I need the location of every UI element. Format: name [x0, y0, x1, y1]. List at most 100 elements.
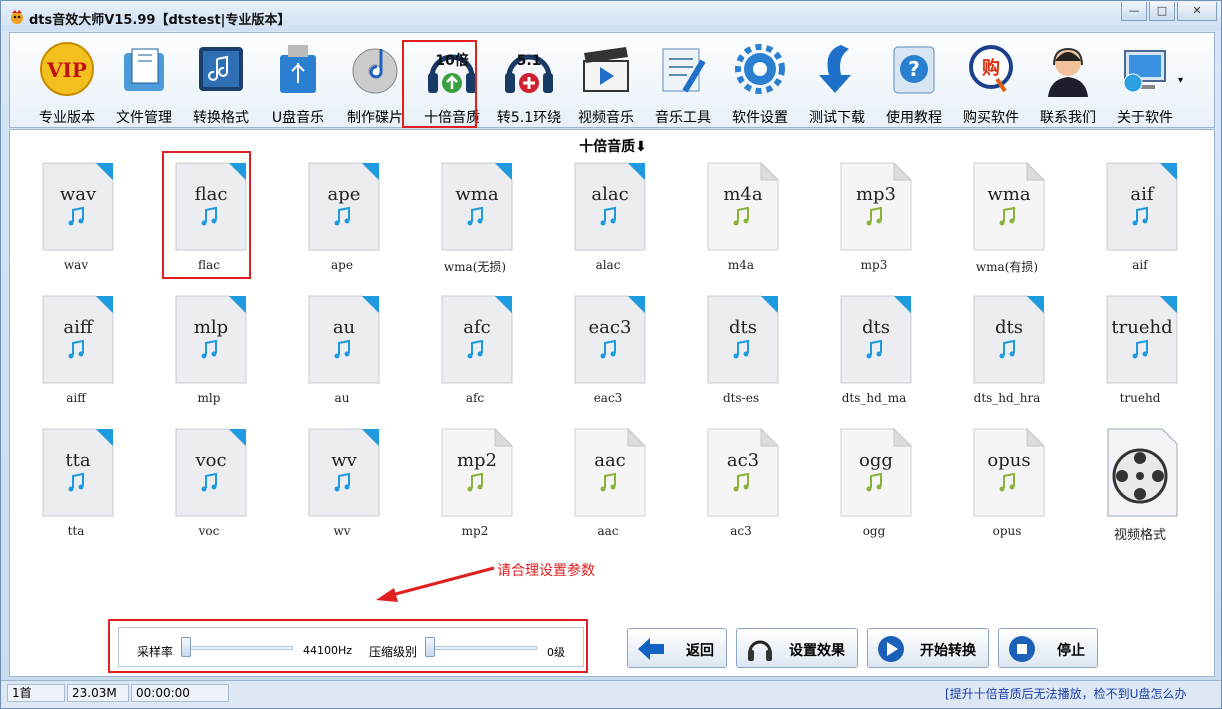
format-caption: wv [333, 524, 351, 538]
audio-file-icon [42, 295, 114, 384]
status-track-count: 1首 [7, 684, 65, 702]
svg-text:VIP: VIP [46, 58, 87, 82]
maximize-button[interactable]: □ [1149, 2, 1175, 21]
format-ext: afc [463, 317, 491, 338]
usb-drive-icon [280, 45, 316, 93]
format-caption: wma(有损) [975, 260, 1039, 274]
format-tile[interactable]: aiff aiff [21, 295, 131, 415]
folder-icon [124, 48, 164, 91]
toolbar-button-2[interactable]: 转换格式 [184, 35, 258, 126]
svg-text:购: 购 [982, 57, 1000, 79]
format-tile[interactable]: au au [287, 295, 397, 415]
format-tile[interactable]: voc voc [154, 428, 264, 548]
format-caption: eac3 [593, 391, 623, 405]
format-tile[interactable]: 视频格式 [1085, 428, 1195, 548]
play-icon [878, 636, 904, 662]
download-arrow-icon [819, 45, 851, 93]
format-tile[interactable]: afc afc [420, 295, 530, 415]
format-tile[interactable]: aac aac [553, 428, 663, 548]
format-tile[interactable]: mlp mlp [154, 295, 264, 415]
toolbar-label: 转换格式 [193, 110, 249, 126]
audio-file-icon [441, 295, 513, 384]
format-caption: 视频格式 [1113, 528, 1166, 543]
format-tile[interactable]: wav wav [21, 162, 131, 282]
format-tile[interactable]: wma wma(有损) [952, 162, 1062, 282]
hint-arrow-icon [376, 566, 495, 602]
svg-text:5.1: 5.1 [517, 53, 542, 69]
svg-text:?: ? [908, 57, 920, 81]
close-button[interactable]: ✕ [1177, 2, 1217, 21]
compression-label: 压缩级别 [369, 645, 418, 659]
toolbar-more-icon[interactable]: ▾ [1178, 75, 1183, 86]
compression-thumb[interactable] [425, 637, 435, 657]
format-tile[interactable]: truehd truehd [1085, 295, 1195, 415]
video-reel-icon [1107, 428, 1178, 517]
headphones-51-icon: 5.1 [505, 53, 553, 93]
back-button[interactable]: 返回 [627, 628, 727, 668]
clapper-icon [583, 47, 629, 92]
format-tile[interactable]: alac alac [553, 162, 663, 282]
compression-value: 0级 [547, 646, 565, 659]
settings-hint: 请合理设置参数 [497, 563, 595, 579]
format-tile[interactable]: wma wma(无损) [420, 162, 530, 282]
format-tile[interactable]: ac3 ac3 [686, 428, 796, 548]
set-effects-label: 设置效果 [789, 643, 845, 659]
vip-icon: VIP [40, 42, 94, 96]
toolbar-button-0[interactable]: VIP 专业版本 [30, 35, 104, 126]
format-tile[interactable]: tta tta [21, 428, 131, 548]
format-caption: mp2 [461, 524, 489, 538]
toolbar-button-4[interactable]: 制作碟片 [338, 35, 412, 126]
compression-slider[interactable] [425, 646, 537, 650]
toolbar-button-12[interactable]: 购购买软件 [954, 35, 1028, 126]
app-window: dts音效大师V15.99【dtstest|专业版本】 — □ ✕ VIP 专业版… [0, 0, 1222, 709]
format-caption: alac [595, 258, 621, 272]
format-ext: aif [1130, 184, 1154, 205]
toolbar-label: 使用教程 [886, 110, 942, 126]
format-caption: au [334, 391, 350, 405]
toolbar-label: 购买软件 [963, 110, 1019, 126]
computer-globe-icon [1123, 50, 1166, 93]
format-tile[interactable]: wv wv [287, 428, 397, 548]
format-tile[interactable]: aif aif [1085, 162, 1195, 282]
format-tile[interactable]: opus opus [952, 428, 1062, 548]
format-tile[interactable]: dts dts_hd_hra [952, 295, 1062, 415]
format-tile[interactable]: mp2 mp2 [420, 428, 530, 548]
toolbar-button-10[interactable]: 测试下载 [800, 35, 874, 126]
status-help-link[interactable]: [提升十倍音质后无法播放，检不到U盘怎么办 [945, 685, 1217, 702]
format-tile[interactable]: dts dts_hd_ma [819, 295, 929, 415]
stop-button[interactable]: 停止 [998, 628, 1098, 668]
toolbar-button-3[interactable]: U盘音乐 [261, 35, 335, 126]
format-tile[interactable]: ogg ogg [819, 428, 929, 548]
toolbar-button-6[interactable]: 5.1 转5.1环绕 [492, 35, 566, 126]
format-tile[interactable]: dts dts-es [686, 295, 796, 415]
audio-file-icon [308, 162, 380, 251]
toolbar-button-11[interactable]: ? 使用教程 [877, 35, 951, 126]
set-effects-button[interactable]: 设置效果 [736, 628, 858, 668]
format-ext: ogg [859, 450, 893, 471]
format-tile[interactable]: m4a m4a [686, 162, 796, 282]
file-format-panel: 十倍音质⬇ 请合理设置参数 采样率 44100Hz 压缩级别 0级 返回 设置效… [9, 129, 1215, 677]
audio-file-icon [707, 295, 779, 384]
minimize-button[interactable]: — [1121, 2, 1147, 21]
format-caption: aiff [66, 391, 86, 405]
toolbar-button-9[interactable]: 软件设置 [723, 35, 797, 126]
format-tile[interactable]: flac flac [154, 162, 264, 282]
format-caption: mlp [197, 391, 221, 405]
toolbar-button-14[interactable]: 关于软件 [1108, 35, 1182, 126]
sample-rate-thumb[interactable] [181, 637, 191, 657]
start-convert-button[interactable]: 开始转换 [867, 628, 989, 668]
toolbar-button-1[interactable]: 文件管理 [107, 35, 181, 126]
audio-file-icon [973, 295, 1045, 384]
format-ext: dts [862, 317, 890, 338]
toolbar-button-8[interactable]: 音乐工具 [646, 35, 720, 126]
format-ext: mlp [193, 317, 229, 338]
format-tile[interactable]: eac3 eac3 [553, 295, 663, 415]
format-tile[interactable]: mp3 mp3 [819, 162, 929, 282]
format-tile[interactable]: ape ape [287, 162, 397, 282]
toolbar-button-7[interactable]: 视频音乐 [569, 35, 643, 126]
format-ext: m4a [723, 184, 763, 205]
toolbar-label: U盘音乐 [271, 110, 325, 126]
toolbar-button-13[interactable]: 联系我们 [1031, 35, 1105, 126]
audio-file-icon [441, 162, 513, 251]
sample-rate-slider[interactable] [181, 646, 293, 650]
